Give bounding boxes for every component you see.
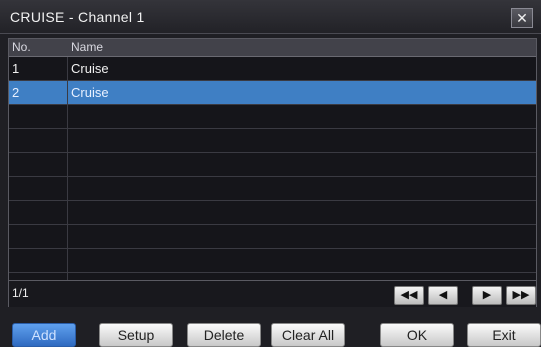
empty-row[interactable] <box>9 153 536 177</box>
empty-row[interactable] <box>9 201 536 225</box>
row-name: Cruise <box>71 61 109 76</box>
empty-row[interactable] <box>9 225 536 249</box>
setup-button[interactable]: Setup <box>99 323 173 347</box>
page-indicator: 1/1 <box>12 286 29 300</box>
window-title: CRUISE - Channel 1 <box>10 9 145 25</box>
delete-button[interactable]: Delete <box>187 323 261 347</box>
column-header-no: No. <box>12 40 31 54</box>
row-name: Cruise <box>71 85 109 100</box>
empty-row[interactable] <box>9 249 536 273</box>
empty-row[interactable] <box>9 105 536 129</box>
empty-row[interactable] <box>9 177 536 201</box>
row-number: 1 <box>12 61 20 76</box>
pagination-bar: 1/1 ◀◀ ◀ ▶ ▶▶ <box>9 280 536 307</box>
row-number: 2 <box>12 85 20 100</box>
column-header-name: Name <box>71 40 104 54</box>
table-row-selected[interactable]: 2 Cruise <box>9 81 536 105</box>
first-page-icon[interactable]: ◀◀ <box>394 286 424 305</box>
last-page-icon[interactable]: ▶▶ <box>506 286 536 305</box>
ok-button[interactable]: OK <box>380 323 454 347</box>
table-row[interactable]: 1 Cruise <box>9 57 536 81</box>
column-divider <box>67 57 68 298</box>
table-header: No. Name <box>9 39 536 57</box>
empty-row[interactable] <box>9 129 536 153</box>
clear-all-button[interactable]: Clear All <box>271 323 345 347</box>
exit-button[interactable]: Exit <box>467 323 541 347</box>
title-bar: CRUISE - Channel 1 ✕ <box>0 0 541 34</box>
cruise-table: No. Name 1 Cruise 2 Cruise 1/1 ◀◀ ◀ ▶ ▶▶ <box>8 38 537 307</box>
add-button[interactable]: Add <box>12 323 76 347</box>
previous-page-icon[interactable]: ◀ <box>428 286 458 305</box>
close-icon[interactable]: ✕ <box>511 8 533 28</box>
next-page-icon[interactable]: ▶ <box>472 286 502 305</box>
